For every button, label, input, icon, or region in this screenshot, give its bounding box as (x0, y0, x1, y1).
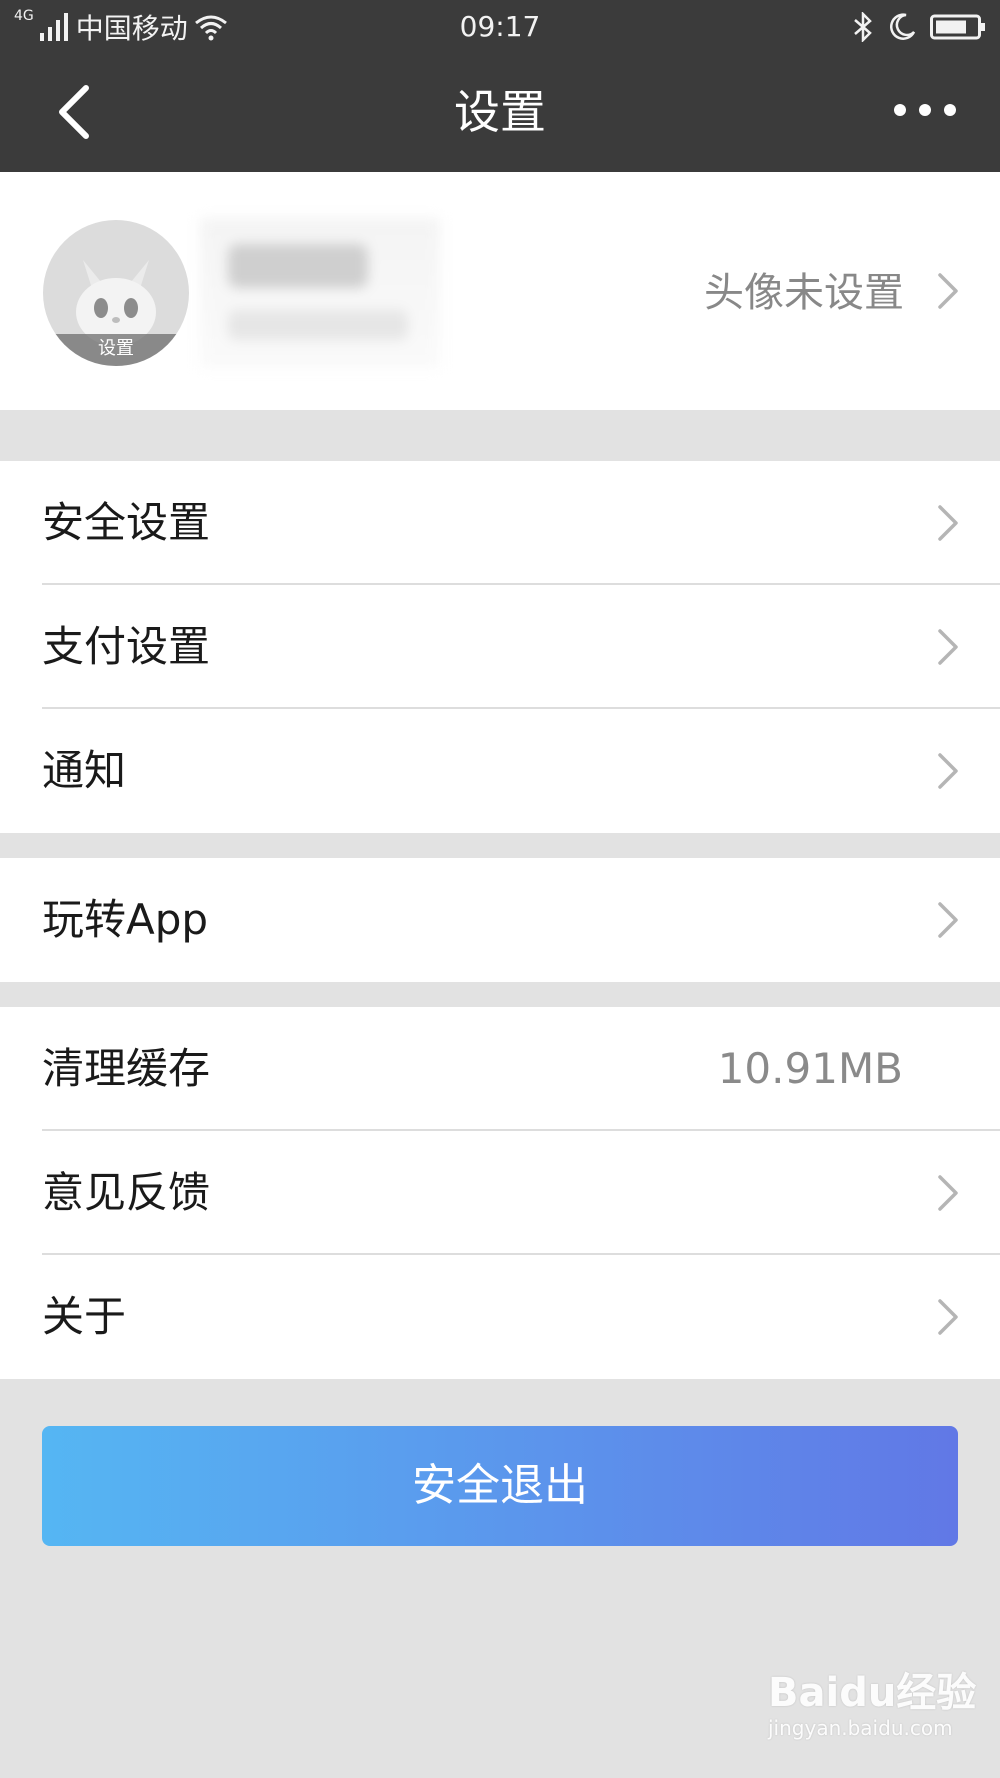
row-label: 清理缓存 (42, 1044, 211, 1093)
page-title: 设置 (454, 85, 546, 139)
row-label: 安全设置 (42, 498, 211, 547)
row-app-guide[interactable]: 玩转App (0, 858, 1000, 982)
settings-group-1: 安全设置 支付设置 通知 (0, 461, 1000, 833)
row-label: 意见反馈 (42, 1168, 211, 1217)
settings-group-3: 清理缓存 10.91MB 意见反馈 关于 (0, 1007, 1000, 1379)
profile-row[interactable]: 设置 头像未设置 (0, 172, 1000, 410)
chevron-right-icon (938, 902, 958, 938)
chevron-right-icon (938, 505, 958, 541)
row-notifications[interactable]: 通知 (0, 709, 1000, 833)
chevron-right-icon (938, 1299, 958, 1335)
clock: 09:17 (459, 10, 541, 43)
more-dots-icon[interactable] (890, 90, 960, 130)
row-label: 玩转App (42, 895, 209, 944)
chevron-right-icon (938, 273, 958, 309)
avatar-caption: 设置 (43, 334, 189, 366)
row-feedback[interactable]: 意见反馈 (0, 1131, 1000, 1255)
row-label: 支付设置 (42, 622, 211, 671)
logout-button[interactable]: 安全退出 (42, 1426, 958, 1546)
battery-icon (930, 14, 985, 40)
row-about[interactable]: 关于 (0, 1255, 1000, 1379)
nav-bar: 设置 (0, 54, 1000, 172)
chevron-right-icon (938, 629, 958, 665)
status-right (852, 8, 986, 46)
status-bar: 4G 中国移动 09:17 (0, 0, 1000, 54)
avatar-status-text: 头像未设置 (704, 270, 904, 316)
row-label: 关于 (42, 1292, 127, 1341)
chevron-right-icon (938, 753, 958, 789)
settings-group-2: 玩转App (0, 858, 1000, 982)
blurred-username (200, 218, 440, 368)
row-clear-cache[interactable]: 清理缓存 10.91MB (0, 1007, 1000, 1131)
avatar[interactable]: 设置 (43, 220, 189, 366)
bluetooth-icon (854, 12, 872, 42)
chevron-right-icon (938, 1175, 958, 1211)
row-security-settings[interactable]: 安全设置 (0, 461, 1000, 585)
row-payment-settings[interactable]: 支付设置 (0, 585, 1000, 709)
moon-icon (890, 13, 916, 40)
watermark-main: Baidu经验 (768, 1670, 977, 1716)
baidu-watermark: Baidu经验 jingyan.baidu.com (760, 1660, 980, 1760)
row-label: 通知 (42, 746, 127, 795)
cache-size: 10.91MB (717, 1044, 903, 1093)
watermark-sub: jingyan.baidu.com (768, 1716, 953, 1740)
